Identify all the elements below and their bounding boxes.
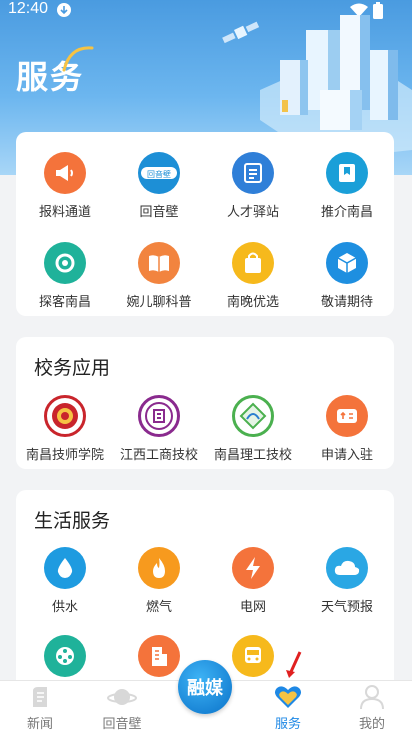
service-item-promote[interactable]: 推介南昌 bbox=[300, 152, 394, 220]
life-label: 天气预报 bbox=[320, 600, 373, 615]
rongmei-center-button[interactable]: 融媒 bbox=[178, 660, 232, 714]
school-item-jx-business[interactable]: 江西工商技校 bbox=[112, 395, 206, 463]
life-item-weather[interactable]: 天气预报 bbox=[300, 547, 394, 615]
tab-label: 新闻 bbox=[26, 717, 53, 732]
tab-label: 服务 bbox=[274, 717, 301, 732]
planet-icon bbox=[107, 689, 137, 705]
service-label: 回音壁 bbox=[139, 205, 179, 220]
school-emblem-icon bbox=[138, 395, 180, 437]
school-section-title: 校务应用 bbox=[34, 357, 111, 379]
service-label: 人才驿站 bbox=[226, 205, 279, 220]
tab-label: 我的 bbox=[358, 717, 385, 732]
service-label: 婉儿聊科普 bbox=[126, 295, 192, 310]
bus-icon bbox=[232, 635, 274, 677]
school-item-nc-technician[interactable]: 南昌技师学院 bbox=[18, 395, 112, 463]
lightning-icon bbox=[232, 547, 274, 589]
school-item-apply[interactable]: 申请入驻 bbox=[300, 395, 394, 463]
service-label: 南晚优选 bbox=[226, 295, 279, 310]
film-reel-icon bbox=[44, 635, 86, 677]
service-item-explore[interactable]: 探客南昌 bbox=[18, 242, 112, 310]
shopping-bag-icon bbox=[232, 242, 274, 284]
school-card: 校务应用 南昌技师学院 江西工商技校 南昌理工技校 申请入驻 bbox=[16, 337, 394, 469]
school-label: 江西工商技校 bbox=[119, 448, 198, 463]
life-item-grid[interactable]: 电网 bbox=[206, 547, 300, 615]
service-item-talent[interactable]: 人才驿站 bbox=[206, 152, 300, 220]
book-icon bbox=[138, 242, 180, 284]
talent-station-icon bbox=[232, 152, 274, 194]
megaphone-icon bbox=[44, 152, 86, 194]
life-section-title: 生活服务 bbox=[34, 510, 111, 532]
service-item-huiyinbi[interactable]: 回音壁 回音壁 bbox=[112, 152, 206, 220]
service-item-coming-soon[interactable]: 敬请期待 bbox=[300, 242, 394, 310]
apply-icon bbox=[326, 395, 368, 437]
target-icon bbox=[44, 242, 86, 284]
news-icon bbox=[33, 687, 47, 707]
service-label: 推介南昌 bbox=[320, 205, 373, 220]
swirl-decoration-icon bbox=[62, 46, 94, 72]
user-icon bbox=[360, 685, 384, 710]
life-label: 燃气 bbox=[145, 600, 172, 615]
life-item-gas[interactable]: 燃气 bbox=[112, 547, 206, 615]
school-emblem-icon bbox=[44, 395, 86, 437]
school-label: 申请入驻 bbox=[320, 448, 373, 463]
tab-label: 回音壁 bbox=[102, 717, 142, 732]
services-card: 报料通道 回音壁 回音壁 人才驿站 推介南昌 探客南昌 婉儿聊科普 南晚优选 敬… bbox=[16, 132, 394, 316]
school-label: 南昌理工技校 bbox=[213, 448, 292, 463]
tab-news[interactable]: 新闻 bbox=[0, 683, 80, 732]
cloud-icon bbox=[326, 547, 368, 589]
school-emblem-icon bbox=[232, 395, 274, 437]
life-item-water[interactable]: 供水 bbox=[18, 547, 112, 615]
arrow-annotation-icon bbox=[286, 651, 302, 678]
service-item-shop[interactable]: 南晚优选 bbox=[206, 242, 300, 310]
life-item-5[interactable] bbox=[18, 635, 112, 677]
svg-text:回音壁: 回音壁 bbox=[147, 169, 171, 179]
status-time: 12:40 bbox=[8, 0, 49, 17]
life-label: 供水 bbox=[51, 600, 78, 615]
huiyinbi-logo-icon: 回音壁 bbox=[138, 152, 180, 194]
bookmark-icon bbox=[326, 152, 368, 194]
tab-mine[interactable]: 我的 bbox=[332, 683, 412, 732]
service-label: 探客南昌 bbox=[38, 295, 91, 310]
service-item-report[interactable]: 报料通道 bbox=[18, 152, 112, 220]
heart-icon bbox=[275, 686, 301, 708]
school-label: 南昌技师学院 bbox=[25, 448, 104, 463]
tab-huiyinbi[interactable]: 回音壁 bbox=[82, 683, 162, 732]
life-label: 电网 bbox=[239, 600, 266, 615]
flame-icon bbox=[138, 547, 180, 589]
school-item-nc-polytech[interactable]: 南昌理工技校 bbox=[206, 395, 300, 463]
service-label: 报料通道 bbox=[38, 205, 91, 220]
cube-icon bbox=[326, 242, 368, 284]
service-label: 敬请期待 bbox=[320, 295, 373, 310]
tab-services[interactable]: 服务 bbox=[248, 683, 328, 732]
download-icon bbox=[57, 3, 71, 17]
water-drop-icon bbox=[44, 547, 86, 589]
building-icon bbox=[138, 635, 180, 677]
service-item-science[interactable]: 婉儿聊科普 bbox=[112, 242, 206, 310]
